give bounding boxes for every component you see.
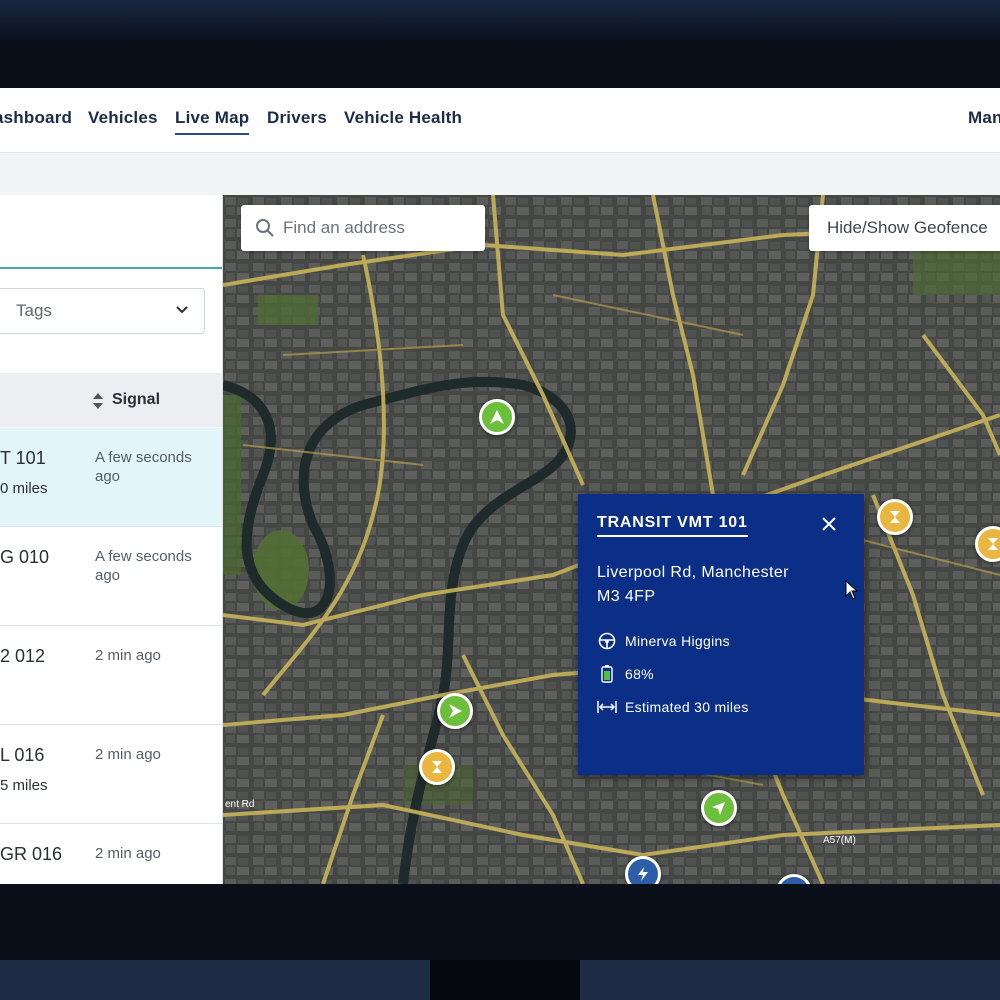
chevron-down-icon (176, 306, 188, 314)
background-left (0, 960, 430, 1000)
table-row[interactable]: T 101 0 miles A few seconds ago (0, 428, 222, 527)
range-icon (597, 698, 617, 716)
background-right (580, 960, 1000, 1000)
vehicle-name: T 101 (0, 448, 46, 468)
app-screen: ashboard Vehicles Live Map Drivers Vehic… (0, 88, 1000, 884)
vehicle-marker-idle[interactable] (877, 499, 913, 535)
arrow-icon (712, 802, 725, 815)
vehicle-name: 2 012 (0, 646, 46, 666)
top-nav: ashboard Vehicles Live Map Drivers Vehic… (0, 88, 1000, 153)
address-line-2: M3 4FP (597, 588, 656, 605)
signal-header-label: Signal (112, 391, 161, 408)
close-icon[interactable] (819, 514, 839, 534)
nav-vehicle-health[interactable]: Vehicle Health (344, 108, 462, 128)
nav-drivers[interactable]: Drivers (267, 108, 327, 128)
hourglass-icon (890, 511, 900, 523)
popup-address: Liverpool Rd, Manchester M3 4FP (597, 561, 789, 609)
hourglass-icon (988, 538, 998, 550)
geofence-button-label: Hide/Show Geofence (827, 218, 988, 237)
monitor-stand (430, 960, 580, 1000)
vehicle-name: L 016 (0, 745, 45, 765)
driver-name: Minerva Higgins (625, 633, 730, 649)
vehicle-sidebar: Tags Signal T 101 0 miles A few seconds … (0, 195, 223, 884)
vehicle-name: GR 016 (0, 844, 63, 864)
range-estimate: Estimated 30 miles (625, 699, 749, 715)
table-row[interactable]: L 016 5 miles 2 min ago (0, 725, 222, 824)
steering-wheel-icon (597, 632, 617, 650)
hourglass-icon (432, 761, 442, 773)
monitor-top-edge (0, 0, 1000, 40)
lightning-icon (638, 867, 648, 881)
signal-time: 2 min ago (95, 647, 161, 664)
nav-live-map[interactable]: Live Map (175, 108, 250, 135)
table-row[interactable]: 2 012 2 min ago (0, 626, 222, 725)
geofence-toggle-button[interactable]: Hide/Show Geofence (809, 205, 1000, 251)
table-row[interactable]: G 010 A few seconds ago (0, 527, 222, 626)
tags-select-value: Tags (16, 301, 52, 320)
road-label-ent-rd: ent Rd (225, 799, 254, 810)
address-search[interactable]: Find an address (241, 205, 485, 251)
popup-battery: 68% (597, 665, 654, 683)
nav-dashboard[interactable]: ashboard (0, 108, 72, 128)
arrow-icon (490, 410, 504, 424)
nav-manage[interactable]: Man (968, 108, 1000, 128)
address-line-1: Liverpool Rd, Manchester (597, 564, 789, 581)
nav-gap (0, 153, 1000, 195)
tags-select[interactable]: Tags (0, 288, 205, 334)
vehicle-marker-moving[interactable] (701, 790, 737, 826)
arrow-icon (449, 704, 462, 718)
popup-range: Estimated 30 miles (597, 698, 749, 716)
vehicle-marker-idle[interactable] (419, 749, 455, 785)
sort-icon (93, 393, 103, 409)
vehicle-detail: 0 miles (0, 480, 48, 497)
popup-driver: Minerva Higgins (597, 632, 730, 650)
vehicle-marker-moving[interactable] (479, 399, 515, 435)
table-header: Signal (0, 373, 222, 427)
popup-vehicle-title[interactable]: TRANSIT VMT 101 (597, 514, 748, 537)
vehicle-info-popup: TRANSIT VMT 101 Liverpool Rd, Manchester… (578, 494, 864, 775)
battery-icon (597, 665, 617, 683)
search-input[interactable]: Find an address (283, 218, 405, 238)
signal-time: A few seconds ago (95, 548, 192, 584)
mouse-cursor-icon (845, 580, 859, 600)
vehicle-name: G 010 (0, 547, 50, 567)
road-label-a57m: A57(M) (823, 835, 856, 846)
vehicle-marker-moving[interactable] (437, 693, 473, 729)
vehicle-detail: 5 miles (0, 777, 48, 794)
signal-time: 2 min ago (95, 746, 161, 763)
search-icon (256, 219, 274, 237)
signal-column-header[interactable]: Signal (93, 391, 161, 409)
vehicle-marker-charging[interactable] (625, 856, 661, 884)
sidebar-tab-underline (0, 267, 222, 269)
signal-time: 2 min ago (95, 845, 161, 862)
nav-vehicles[interactable]: Vehicles (88, 108, 158, 128)
signal-time: A few seconds ago (95, 449, 192, 485)
table-row[interactable]: GR 016 2 min ago (0, 824, 222, 884)
live-map[interactable]: A57(M) ent Rd Find an address Hide/Show … (223, 195, 1000, 884)
battery-level: 68% (625, 666, 654, 682)
